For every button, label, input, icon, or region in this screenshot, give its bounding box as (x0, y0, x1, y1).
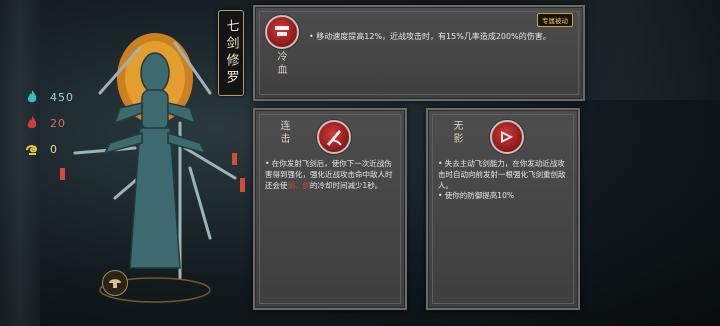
skill-right-emblem (490, 120, 524, 154)
gold-coil-icon (26, 145, 38, 155)
skill-left-name: 连击 (278, 120, 289, 146)
cold-blood-icon (275, 26, 289, 36)
skill-left-desc-after: 的冷却时间减少1秒。 (310, 181, 383, 190)
skill-right-desc-2: • 使你的防御提高10% (438, 191, 514, 200)
exclusive-skill-panel[interactable]: 冷血 专属被动 • 移动速度提高12%，近战攻击时，有15%几率造成200%的伤… (253, 5, 585, 101)
mushroom-icon (109, 279, 121, 288)
exclusive-skill-description: • 移动速度提高12%，近战攻击时，有15%几率造成200%的伤害。 (309, 32, 551, 41)
shadow-sword-icon (501, 131, 513, 143)
exclusive-tag: 专属被动 (537, 13, 573, 27)
exclusive-skill-emblem (265, 15, 299, 49)
skill-left-description: • 在你发射飞剑后，使你下一次近战伤害得到强化，强化近战攻击命中敌人时还会使剑、… (265, 158, 393, 191)
character-name-banner: 七剑修罗 (218, 10, 244, 96)
skill-right-panel[interactable]: 无影 • 失去主动飞剑能力，在你发动近战攻击时自动向前发射一根强化飞剑重创敌人。… (426, 108, 580, 310)
mushroom-button[interactable] (102, 270, 128, 296)
exclusive-skill-name: 冷血 (275, 51, 286, 77)
skill-right-desc-1: • 失去主动飞剑能力，在你发动近战攻击时自动向前发射一根强化飞剑重创敌人。 (438, 159, 566, 190)
skill-left-highlight: 剑、剑 (287, 181, 311, 190)
gold-value: 0 (50, 142, 58, 156)
combo-strike-icon (327, 130, 342, 146)
blood-flame-icon (27, 116, 37, 129)
skill-left-panel[interactable]: 连击 • 在你发射飞剑后，使你下一次近战伤害得到强化，强化近战攻击命中敌人时还会… (253, 108, 407, 310)
soul-flame-icon (27, 90, 37, 103)
skill-left-emblem (317, 120, 351, 154)
skill-right-name: 无影 (451, 120, 462, 146)
